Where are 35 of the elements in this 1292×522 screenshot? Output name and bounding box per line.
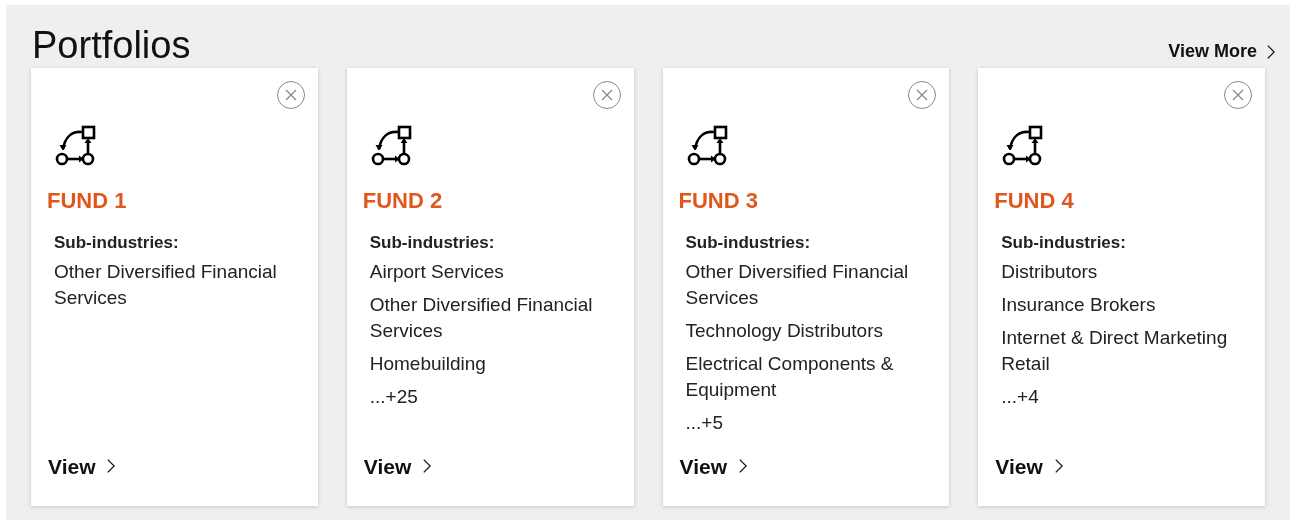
fund-name: FUND 2 xyxy=(362,187,444,215)
sub-industry: Distributors xyxy=(1001,260,1099,284)
sub-industries-label: Sub-industries: xyxy=(685,232,812,254)
sub-industry: Internet & Direct Marketing Retail xyxy=(1001,326,1229,376)
sub-industry: Electrical Components & Equipment xyxy=(685,352,895,402)
workflow-icon xyxy=(54,125,98,167)
sub-industry: ...+25 xyxy=(369,385,419,409)
section-title: Portfolios xyxy=(32,23,191,67)
chevron-icon xyxy=(1054,458,1063,475)
sub-industries-label: Sub-industries: xyxy=(54,232,180,254)
chevron-icon xyxy=(739,458,747,475)
sub-industries-label: Sub-industries: xyxy=(369,232,496,254)
sub-industry: Insurance Brokers xyxy=(1001,293,1157,317)
view-more-link[interactable]: View More xyxy=(1168,38,1275,65)
view-link[interactable]: View xyxy=(995,450,1063,482)
sub-industry: Airport Services xyxy=(369,260,505,284)
chevron-icon xyxy=(107,458,116,475)
view-link[interactable]: View xyxy=(48,450,116,482)
sub-industry: ...+5 xyxy=(685,411,724,435)
sub-industry: Other Diversified Financial Services xyxy=(369,293,594,343)
sub-industry: Technology Distributors xyxy=(685,319,884,343)
fund-name: FUND 3 xyxy=(678,187,759,215)
sub-industry: Other Diversified Financial Services xyxy=(685,260,910,310)
view-link[interactable]: View xyxy=(363,450,432,482)
chevron-icon xyxy=(423,458,432,475)
sub-industry: ...+4 xyxy=(1001,385,1040,409)
fund-name: FUND 4 xyxy=(994,187,1075,215)
view-link[interactable]: View xyxy=(679,450,747,482)
workflow-icon xyxy=(685,125,730,167)
workflow-icon xyxy=(369,125,414,167)
fund-name: FUND 1 xyxy=(47,187,128,215)
sub-industries-label: Sub-industries: xyxy=(1001,232,1127,254)
sub-industry: Other Diversified Financial Services xyxy=(54,260,278,310)
sub-industry: Homebuilding xyxy=(369,352,487,376)
chevron-icon xyxy=(1267,43,1275,60)
